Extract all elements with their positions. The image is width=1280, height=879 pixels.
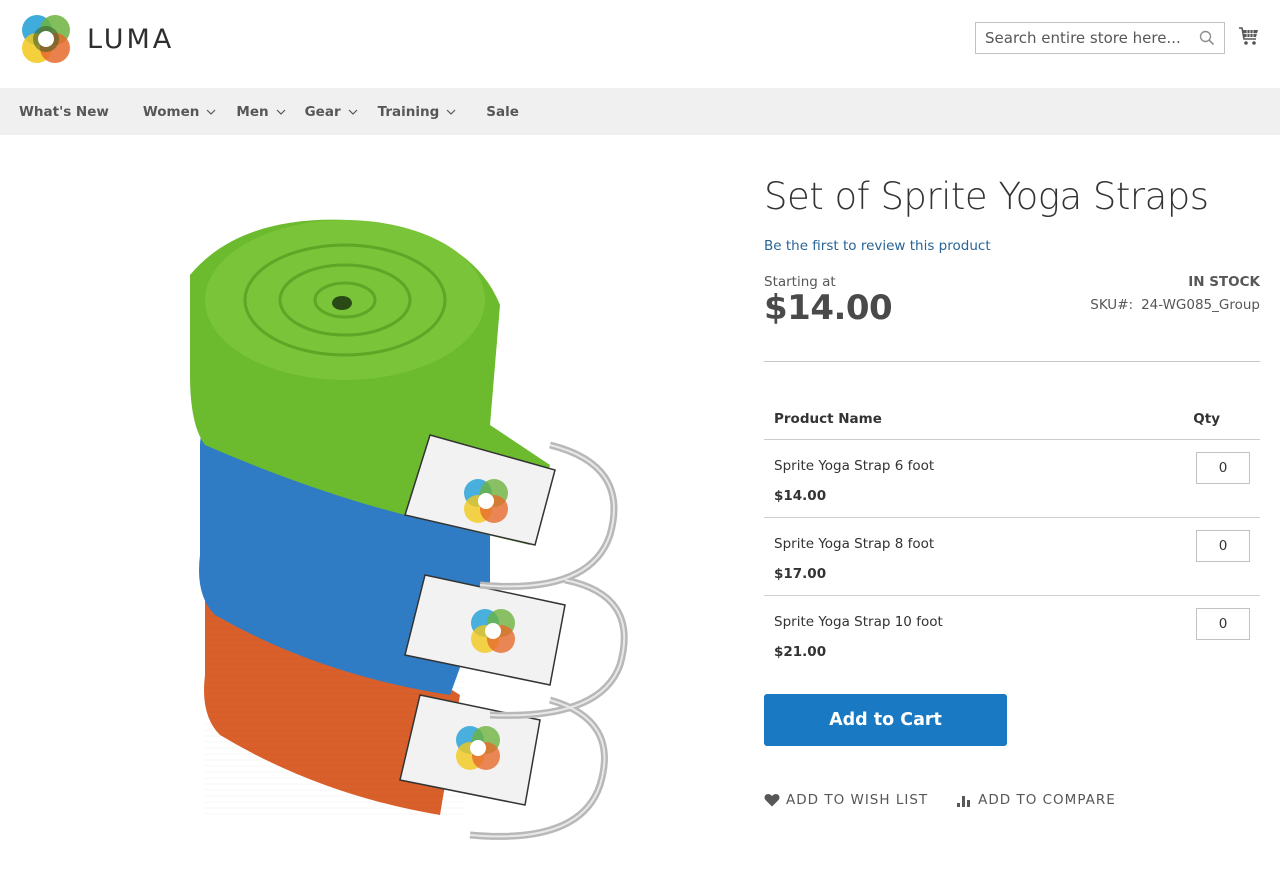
add-to-cart-button[interactable]: Add to Cart	[764, 694, 1007, 746]
row-product-name: Sprite Yoga Strap 6 foot	[774, 458, 935, 474]
table-row: Sprite Yoga Strap 10 foot $21.00	[764, 596, 1260, 674]
main-navigation: What's New Women Men Gear Training Sale	[0, 88, 1280, 135]
table-header: Product Name Qty	[764, 398, 1260, 440]
store-logo[interactable]: LUMA	[20, 13, 174, 65]
nav-item-training[interactable]: Training	[378, 104, 457, 120]
add-to-compare-label: ADD TO COMPARE	[978, 792, 1116, 808]
chevron-down-icon	[206, 109, 216, 115]
chevron-down-icon	[446, 109, 456, 115]
qty-input[interactable]	[1196, 530, 1250, 562]
qty-input[interactable]	[1196, 452, 1250, 484]
row-product-price: $21.00	[774, 644, 827, 660]
nav-item-label: Gear	[304, 103, 341, 120]
review-link[interactable]: Be the first to review this product	[764, 238, 991, 254]
site-header: LUMA	[0, 0, 1280, 88]
product-image	[190, 219, 628, 840]
nav-item-men[interactable]: Men	[236, 103, 286, 120]
row-product-price: $17.00	[774, 566, 827, 582]
luma-logo-icon	[22, 15, 70, 63]
chevron-down-icon	[276, 109, 286, 115]
search-box	[975, 22, 1225, 54]
nav-item-label: Men	[236, 103, 269, 120]
nav-item-label: Women	[142, 103, 200, 120]
product-title: Set of Sprite Yoga Straps	[764, 175, 1209, 218]
row-product-name: Sprite Yoga Strap 8 foot	[774, 536, 935, 552]
nav-item-gear[interactable]: Gear	[305, 104, 358, 120]
add-to-wishlist-label: ADD TO WISH LIST	[786, 792, 929, 808]
column-header-qty: Qty	[1193, 410, 1220, 427]
add-to-wishlist-link[interactable]: ADD TO WISH LIST	[764, 792, 928, 808]
table-row: Sprite Yoga Strap 6 foot $14.00	[764, 440, 1260, 518]
search-icon[interactable]	[1199, 30, 1215, 46]
divider	[764, 361, 1260, 362]
row-product-price: $14.00	[774, 488, 827, 504]
grouped-product-table: Product Name Qty Sprite Yoga Strap 6 foo…	[764, 398, 1260, 674]
nav-item-label: Sale	[486, 103, 519, 120]
nav-item-label: What's New	[19, 103, 109, 120]
row-product-name: Sprite Yoga Strap 10 foot	[774, 614, 943, 630]
product-image-gallery[interactable]	[20, 175, 730, 875]
product-social-actions: ADD TO WISH LIST ADD TO COMPARE	[764, 792, 1116, 808]
qty-input[interactable]	[1196, 608, 1250, 640]
sku-label: SKU#:	[1090, 297, 1134, 313]
nav-item-women[interactable]: Women	[143, 104, 217, 120]
chevron-down-icon	[348, 109, 358, 115]
sku-value: 24-WG085_Group	[1141, 297, 1260, 313]
stock-status: IN STOCK	[1188, 274, 1260, 290]
add-to-compare-link[interactable]: ADD TO COMPARE	[956, 792, 1116, 808]
table-row: Sprite Yoga Strap 8 foot $17.00	[764, 518, 1260, 596]
nav-item-sale[interactable]: Sale	[486, 104, 519, 120]
product-price: $14.00	[764, 288, 893, 328]
nav-item-label: Training	[377, 103, 440, 120]
product-sku: SKU#: 24-WG085_Group	[1090, 297, 1260, 313]
shopping-cart-icon[interactable]	[1238, 25, 1260, 47]
compare-chart-icon	[957, 796, 971, 807]
search-input[interactable]	[976, 23, 1186, 53]
nav-item-whats-new[interactable]: What's New	[19, 104, 109, 120]
column-header-product-name: Product Name	[774, 410, 882, 427]
logo-text: LUMA	[87, 23, 175, 55]
product-info: Set of Sprite Yoga Straps Be the first t…	[764, 170, 1260, 808]
heart-icon	[764, 793, 780, 807]
